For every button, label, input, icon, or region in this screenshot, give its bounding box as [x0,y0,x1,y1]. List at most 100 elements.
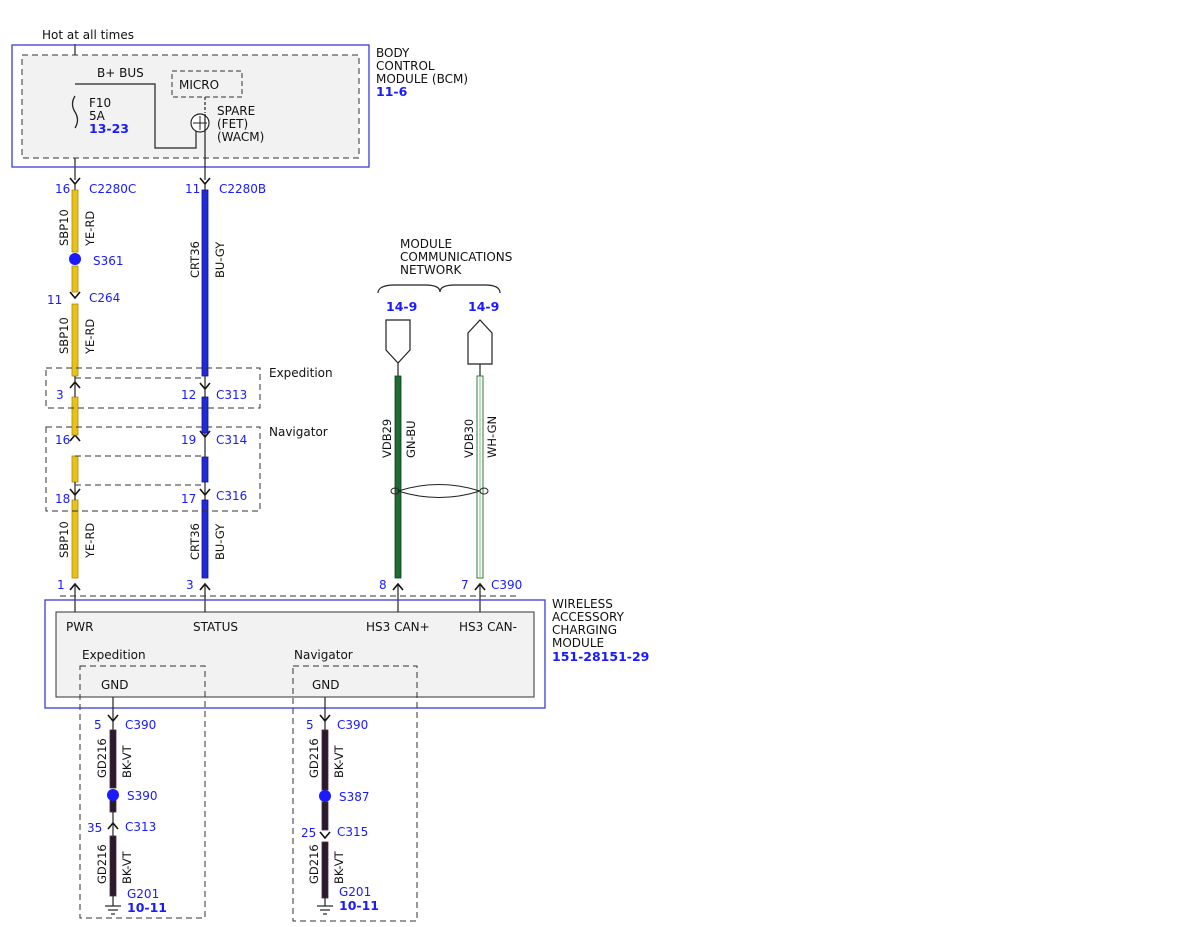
connector-c316[interactable]: C316 [216,489,247,503]
pin-left-navigator-1: 16 [55,433,70,447]
wacm-name-line3: CHARGING [552,623,617,637]
splice-s390-icon [107,789,119,801]
gnd-left-variant: Expedition [82,648,146,662]
wire-left-color-1: YE-RD [83,211,97,247]
wacm-pin-pwr: PWR [66,620,93,634]
bcm-name-line2: CONTROL [376,59,435,73]
pin-gnd-left-2: 35 [87,821,102,835]
network-brace-icon [377,284,501,294]
wire-vdb29-circuit: VDB29 [380,419,394,458]
connector-gnd-left-c390[interactable]: C390 [125,718,156,732]
splice-s361-icon [69,253,81,265]
pin-mid-bottom: 3 [186,578,194,592]
wiring-diagram: Hot at all times BODY CONTROL MODULE (BC… [11,28,649,922]
connector-gnd-right-c315[interactable]: C315 [337,825,368,839]
network-ref-right[interactable]: 14-9 [468,299,499,314]
pin-left-bottom: 1 [57,578,65,592]
connector-c2280b[interactable]: C2280B [219,182,266,196]
pin-left-c264: 11 [47,293,62,307]
gnd-right-circuit-1: GD216 [307,738,321,778]
splice-s361[interactable]: S361 [93,254,124,268]
wire-left-color-2: YE-RD [83,319,97,355]
bcm-name-line1: BODY [376,46,410,60]
fet-output-line3: (WACM) [217,130,264,144]
connector-c2280c[interactable]: C2280C [89,182,136,196]
fet-output-line1: SPARE [217,104,255,118]
gnd-left-color-2: BK-VT [120,850,134,884]
wire-left-circuit-1: SBP10 [57,209,71,246]
gnd-right-variant: Navigator [294,648,353,662]
wire-mid-circuit-2: CRT36 [188,523,202,560]
wire-left-color-3: YE-RD [83,523,97,559]
connector-c314[interactable]: C314 [216,433,247,447]
bplus-bus-label: B+ BUS [97,66,144,80]
pin-mid-navigator-1: 19 [181,433,196,447]
offpage-arrow-down-icon[interactable] [385,319,411,364]
wire-left-circuit-2: SBP10 [57,317,71,354]
ground-left-g201[interactable]: G201 [127,887,159,901]
fuse-ref[interactable]: 13-23 [89,121,129,136]
fuse-id: F10 [89,96,111,110]
gnd-right-circuit-2: GD216 [307,844,321,884]
gnd-left-circuit-2: GD216 [95,844,109,884]
wire-vdb30-color: WH-GN [485,416,499,458]
wacm-gnd-left: GND [101,678,129,692]
wire-crt36 [201,184,209,612]
bcm-ref[interactable]: 11-6 [376,84,408,99]
network-line2: COMMUNICATIONS [400,250,512,264]
pin-mid-top: 11 [185,182,200,196]
network-line1: MODULE [400,237,452,251]
terminal-icons [69,177,486,840]
wacm-name-line2: ACCESSORY [552,610,625,624]
wacm-pin-can-hi: HS3 CAN+ [366,620,430,634]
twisted-pair-icon [397,483,481,499]
splice-s387[interactable]: S387 [339,790,370,804]
wacm-name-line1: WIRELESS [552,597,613,611]
pin-gnd-right-2: 25 [301,826,316,840]
pin-gnd-left-1: 5 [94,718,102,732]
ground-right-g201[interactable]: G201 [339,885,371,899]
offpage-arrow-up-icon[interactable] [467,319,493,365]
connector-gnd-left-c313[interactable]: C313 [125,820,156,834]
gnd-left-circuit-1: GD216 [95,738,109,778]
gnd-right-color-1: BK-VT [332,744,346,778]
wacm-gnd-right: GND [312,678,340,692]
network-line3: NETWORK [400,263,463,277]
wire-mid-color-1: BU-GY [213,241,227,278]
pin-can-lo: 7 [461,578,469,592]
pin-can-hi: 8 [379,578,387,592]
splice-s387-icon [319,790,331,802]
wire-sbp10 [71,184,79,612]
ground-left-ref[interactable]: 10-11 [127,900,167,915]
wacm-ref[interactable]: 151-28151-29 [552,649,649,664]
ground-right-ref[interactable]: 10-11 [339,898,379,913]
splice-s390[interactable]: S390 [127,789,158,803]
gnd-right-color-2: BK-VT [332,850,346,884]
bcm-module: BODY CONTROL MODULE (BCM) 11-6 B+ BUS F1… [11,44,468,180]
wacm-pin-can-lo: HS3 CAN- [459,620,517,634]
power-source-label: Hot at all times [42,28,134,42]
connector-gnd-right-c390[interactable]: C390 [337,718,368,732]
pin-gnd-right-1: 5 [306,718,314,732]
wire-mid-circuit-1: CRT36 [188,241,202,278]
gnd-left-color-1: BK-VT [120,744,134,778]
wacm-name-line4: MODULE [552,636,604,650]
pin-mid-navigator-2: 17 [181,492,196,506]
network-ref-left[interactable]: 14-9 [386,299,417,314]
wire-vdb29 [394,363,402,612]
pin-left-expedition: 3 [56,388,64,402]
pin-mid-expedition: 12 [181,388,196,402]
micro-label: MICRO [179,78,219,92]
variant-expedition-label: Expedition [269,366,333,380]
connector-c313[interactable]: C313 [216,388,247,402]
connector-c264[interactable]: C264 [89,291,120,305]
wire-mid-color-2: BU-GY [213,523,227,560]
pin-left-top: 16 [55,182,70,196]
fet-output-line2: (FET) [217,117,248,131]
wacm-pin-status: STATUS [193,620,238,634]
wire-left-circuit-3: SBP10 [57,521,71,558]
wire-vdb29-color: GN-BU [404,420,418,458]
pin-left-navigator-2: 18 [55,492,70,506]
connector-c390[interactable]: C390 [491,578,522,592]
variant-navigator-label: Navigator [269,425,328,439]
